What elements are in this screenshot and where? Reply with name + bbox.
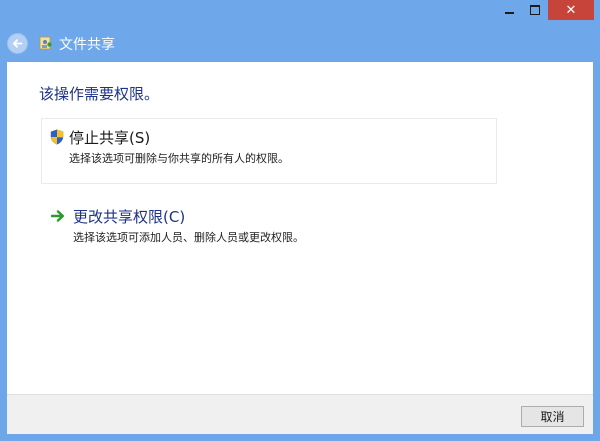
file-sharing-window: ✕ 文件共享 该操作需要权限。 停止共享(S) 选择该选项可删除与你共享的所有人… [0, 0, 600, 441]
dialog-content: 该操作需要权限。 停止共享(S) 选择该选项可删除与你共享的所有人的权限。 更改… [7, 62, 593, 394]
minimize-button[interactable] [496, 0, 522, 20]
cancel-button[interactable]: 取消 [521, 406, 584, 427]
maximize-button[interactable] [522, 0, 548, 20]
back-arrow-icon [12, 39, 23, 48]
window-controls: ✕ [496, 0, 594, 22]
back-button[interactable] [7, 33, 28, 54]
stop-sharing-description: 选择该选项可删除与你共享的所有人的权限。 [69, 152, 289, 165]
permission-heading: 该操作需要权限。 [39, 85, 160, 103]
close-button[interactable]: ✕ [548, 0, 594, 20]
change-permissions-description: 选择该选项可添加人员、删除人员或更改权限。 [73, 231, 304, 244]
close-icon: ✕ [565, 2, 577, 18]
window-title: 文件共享 [59, 37, 115, 53]
green-arrow-icon [51, 210, 64, 222]
change-permissions-title[interactable]: 更改共享权限(C) [73, 206, 185, 227]
maximize-icon [530, 5, 540, 15]
shield-icon [50, 129, 64, 145]
stop-sharing-title[interactable]: 停止共享(S) [69, 127, 150, 148]
minimize-icon [504, 12, 514, 14]
file-sharing-icon [39, 36, 52, 50]
dialog-footer: 取消 [7, 394, 593, 434]
title-bar: ✕ 文件共享 [0, 0, 600, 62]
